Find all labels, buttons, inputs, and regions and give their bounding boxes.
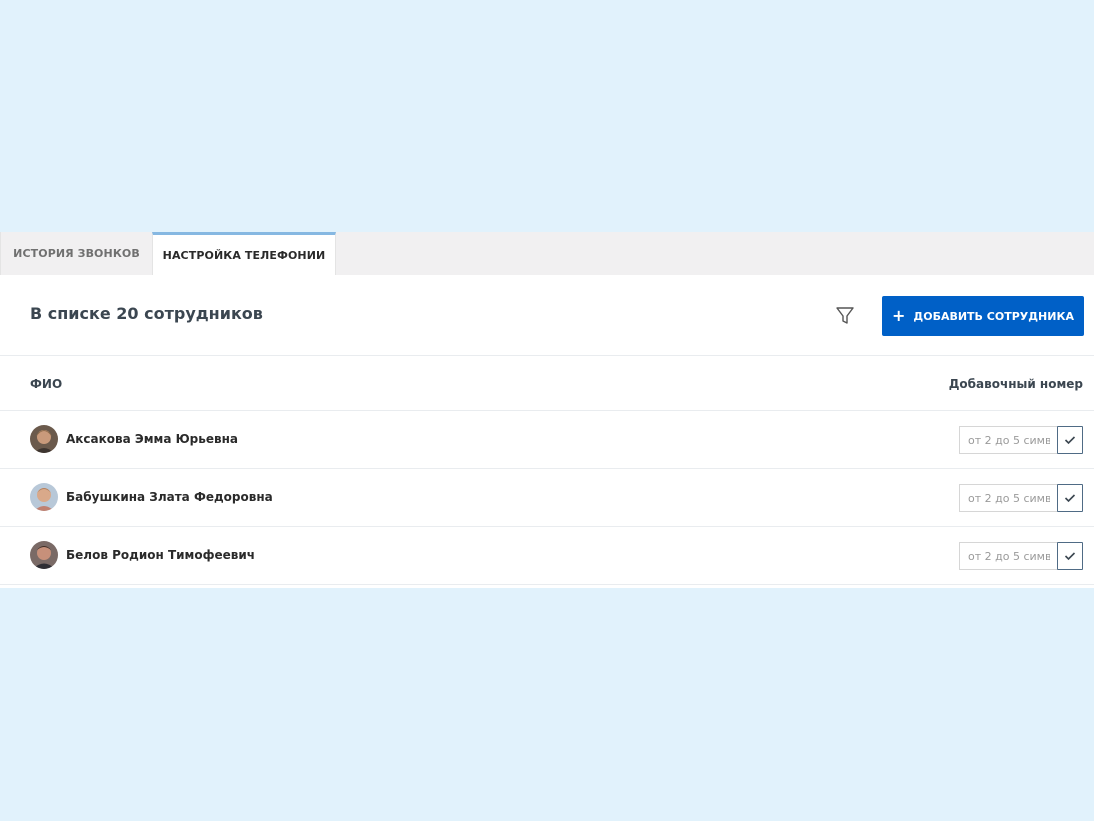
- tab-telephony-settings[interactable]: НАСТРОЙКА ТЕЛЕФОНИИ: [152, 232, 336, 275]
- avatar: [30, 541, 58, 569]
- employee-count-title: В списке 20 сотрудников: [30, 304, 263, 323]
- checkmark-icon: [1064, 552, 1076, 561]
- table-row: Аксакова Эмма Юрьевна: [0, 411, 1094, 469]
- save-extension-button[interactable]: [1057, 484, 1083, 512]
- list-header: В списке 20 сотрудников + ДОБАВИТЬ СОТРУ…: [0, 275, 1094, 356]
- extension-input[interactable]: [959, 542, 1058, 570]
- checkmark-icon: [1064, 494, 1076, 503]
- employee-name: Белов Родион Тимофеевич: [66, 548, 256, 562]
- column-header-extension: Добавочный номер: [948, 377, 1083, 391]
- phone-settings-panel: ИСТОРИЯ ЗВОНКОВ НАСТРОЙКА ТЕЛЕФОНИИ В сп…: [0, 232, 1094, 588]
- employee-name: Аксакова Эмма Юрьевна: [66, 432, 238, 446]
- tab-telephony-settings-label: НАСТРОЙКА ТЕЛЕФОНИИ: [162, 248, 326, 262]
- funnel-icon[interactable]: [834, 305, 856, 327]
- extension-input[interactable]: [959, 484, 1058, 512]
- table-row: Бабушкина Злата Федоровна: [0, 469, 1094, 527]
- save-extension-button[interactable]: [1057, 542, 1083, 570]
- save-extension-button[interactable]: [1057, 426, 1083, 454]
- tab-call-history[interactable]: ИСТОРИЯ ЗВОНКОВ: [0, 232, 152, 275]
- plus-icon: +: [892, 306, 906, 325]
- extension-input[interactable]: [959, 426, 1058, 454]
- column-header-name: ФИО: [30, 377, 63, 391]
- tab-bar: ИСТОРИЯ ЗВОНКОВ НАСТРОЙКА ТЕЛЕФОНИИ: [0, 232, 1094, 275]
- tab-call-history-label: ИСТОРИЯ ЗВОНКОВ: [13, 247, 140, 260]
- table-row: Белов Родион Тимофеевич: [0, 527, 1094, 585]
- table-header: ФИО Добавочный номер: [0, 356, 1094, 411]
- checkmark-icon: [1064, 436, 1076, 445]
- employee-name: Бабушкина Злата Федоровна: [66, 490, 273, 504]
- avatar: [30, 425, 58, 453]
- avatar: [30, 483, 58, 511]
- add-employee-button-label: ДОБАВИТЬ СОТРУДНИКА: [913, 309, 1074, 323]
- add-employee-button[interactable]: + ДОБАВИТЬ СОТРУДНИКА: [882, 296, 1084, 336]
